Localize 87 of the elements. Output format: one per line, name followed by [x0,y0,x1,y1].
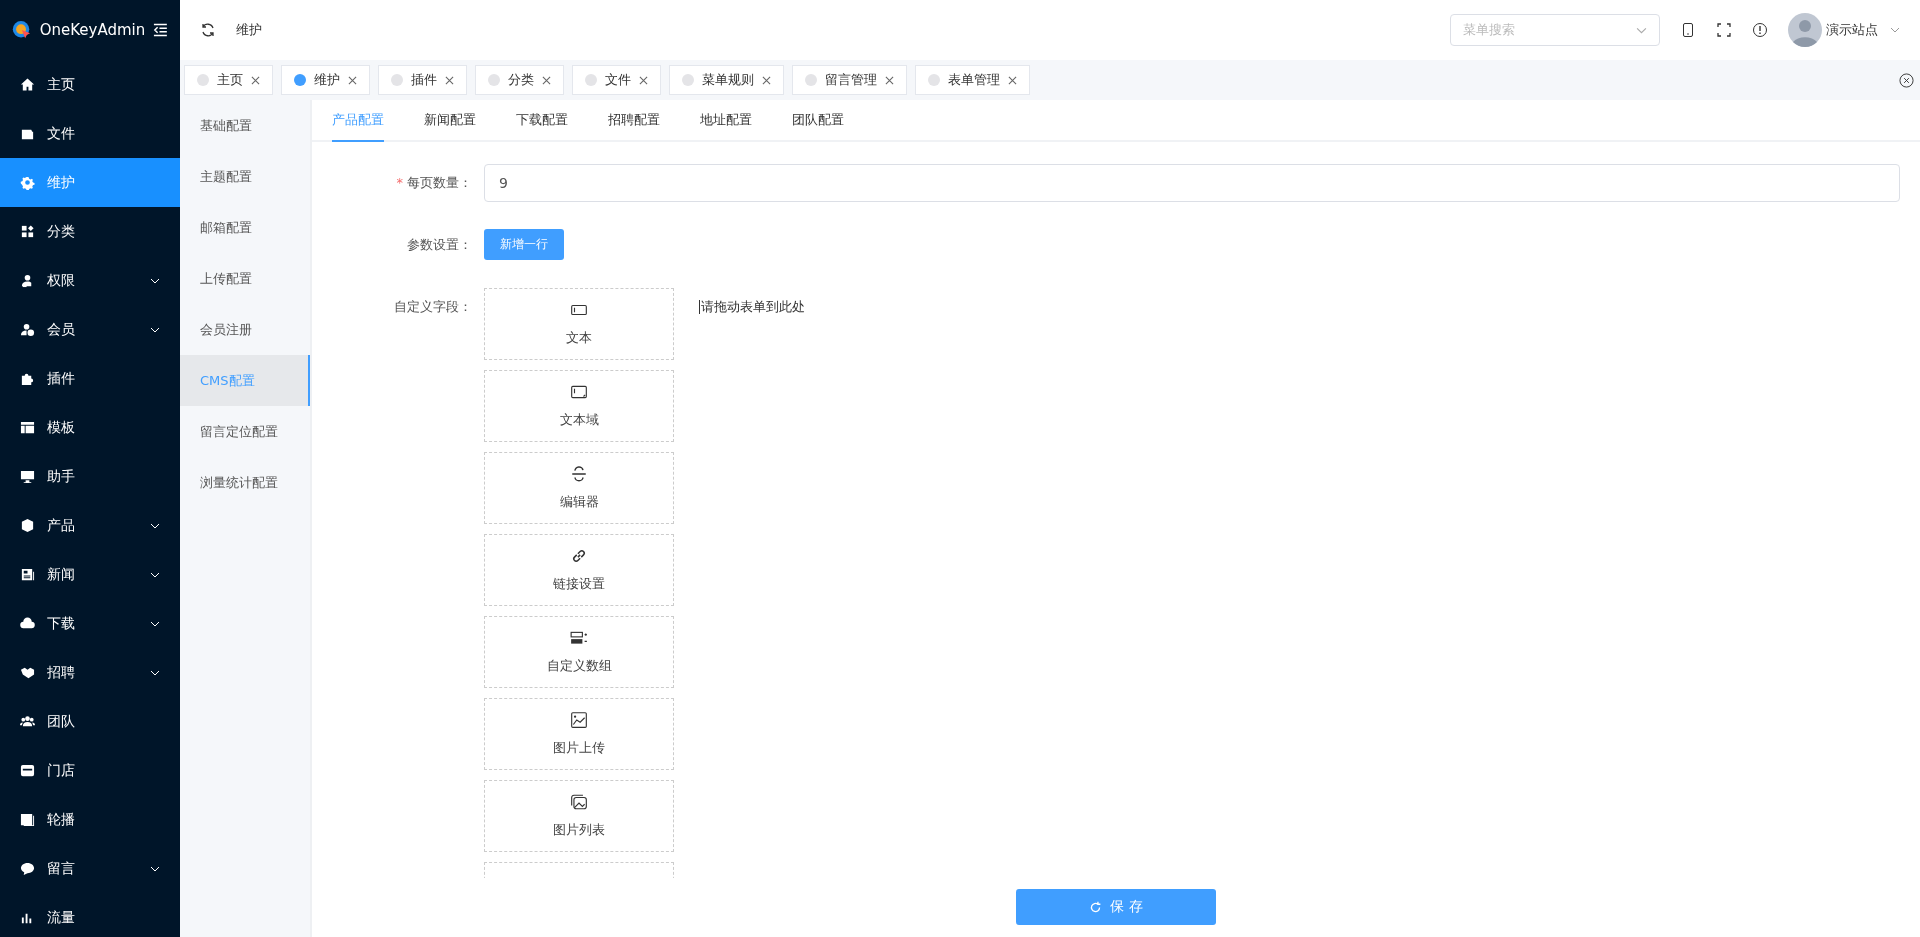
users-icon [20,714,35,729]
sidebar-item[interactable]: 插件 [0,354,180,403]
config-menu-item[interactable]: 基础配置 [180,100,310,151]
page-tab[interactable]: 主页 [184,65,273,95]
sidebar-item[interactable]: 招聘 [0,648,180,697]
sidebar-item[interactable]: 助手 [0,452,180,501]
field-label: 自定义字段： [393,298,473,316]
config-menu-item[interactable]: 浏量统计配置 [180,457,310,508]
info-icon[interactable] [1752,22,1768,38]
sidebar-item[interactable]: 权限 [0,256,180,305]
component-card[interactable]: 编辑器 [484,452,674,524]
user-check-icon [20,322,35,337]
store-icon [20,763,35,778]
breadcrumb: 维护 [236,21,262,39]
field-label: * 每页数量： [395,174,473,192]
component-card[interactable]: 文本 [484,288,674,360]
chat-icon [20,861,35,876]
drop-zone-hint: 请拖动表单到此处 [699,300,805,314]
sidebar-item[interactable]: 下载 [0,599,180,648]
textarea-icon [570,383,588,401]
strikethrough-icon [570,465,588,483]
user-name[interactable]: 演示站点 [1826,21,1878,39]
component-card[interactable]: 链接设置 [484,534,674,606]
page-tab[interactable]: 表单管理 [915,65,1030,95]
sidebar-item[interactable]: 门店 [0,746,180,795]
refresh-icon[interactable] [200,22,216,38]
close-icon[interactable] [445,75,454,85]
sidebar-item[interactable]: 主页 [0,60,180,109]
newspaper-icon [20,567,35,582]
sidebar-item[interactable]: 新闻 [0,550,180,599]
config-menu-item[interactable]: 主题配置 [180,151,310,202]
monitor-icon [20,469,35,484]
menu-fold-icon[interactable] [153,21,168,39]
close-icon[interactable] [762,75,771,85]
config-tab[interactable]: 团队配置 [792,100,844,142]
config-menu-item[interactable]: 邮箱配置 [180,202,310,253]
config-menu-item[interactable]: 上传配置 [180,253,310,304]
tablet-icon[interactable] [1680,22,1696,38]
page-tab[interactable]: 维护 [281,65,370,95]
grid-icon [20,224,35,239]
cloud-download-icon [20,616,35,631]
close-icon[interactable] [348,75,357,85]
array-icon [570,629,588,647]
sidebar-item[interactable]: 团队 [0,697,180,746]
refresh-icon [1089,900,1103,914]
close-icon[interactable] [251,75,260,85]
config-tab[interactable]: 下载配置 [516,100,568,142]
config-tab[interactable]: 地址配置 [700,100,752,142]
home-icon [20,77,35,92]
close-all-icon[interactable] [1899,72,1914,88]
per-page-input[interactable]: 9 [484,164,1900,202]
sidebar-item[interactable]: 文件 [0,109,180,158]
sidebar-item[interactable]: 模板 [0,403,180,452]
fullscreen-icon[interactable] [1716,22,1732,38]
avatar-icon[interactable] [1788,13,1822,47]
config-tab[interactable]: 新闻配置 [424,100,476,142]
link-icon [570,547,588,565]
sidebar-item[interactable]: 留言 [0,844,180,893]
images-icon [570,793,588,811]
config-menu-item[interactable]: 留言定位配置 [180,406,310,457]
field-label: 参数设置： [406,236,473,254]
close-icon[interactable] [885,75,894,85]
cube-icon [20,518,35,533]
layout-icon [20,420,35,435]
puzzle-icon [20,371,35,386]
chevron-down-icon[interactable] [1890,27,1900,33]
config-menu-item[interactable]: 会员注册 [180,304,310,355]
sidebar-item[interactable]: 流量 [0,893,180,937]
close-icon[interactable] [1008,75,1017,85]
component-card[interactable]: 自定义数组 [484,616,674,688]
page-tab[interactable]: 留言管理 [792,65,907,95]
component-card[interactable]: 图片上传 [484,698,674,770]
component-card[interactable]: 文本域 [484,370,674,442]
brand-name: OneKeyAdmin [39,21,146,39]
sidebar-item[interactable]: 产品 [0,501,180,550]
close-icon[interactable] [639,75,648,85]
page-tab[interactable]: 插件 [378,65,467,95]
page-tab[interactable]: 菜单规则 [669,65,784,95]
page-tab[interactable]: 分类 [475,65,564,95]
config-tab[interactable]: 招聘配置 [608,100,660,142]
page-tab[interactable]: 文件 [572,65,661,95]
close-icon[interactable] [542,75,551,85]
sidebar-item[interactable]: 轮播 [0,795,180,844]
sidebar-item[interactable]: 会员 [0,305,180,354]
gear-icon [20,175,35,190]
sidebar-item[interactable]: 分类 [0,207,180,256]
component-card[interactable]: 图片列表 [484,780,674,852]
